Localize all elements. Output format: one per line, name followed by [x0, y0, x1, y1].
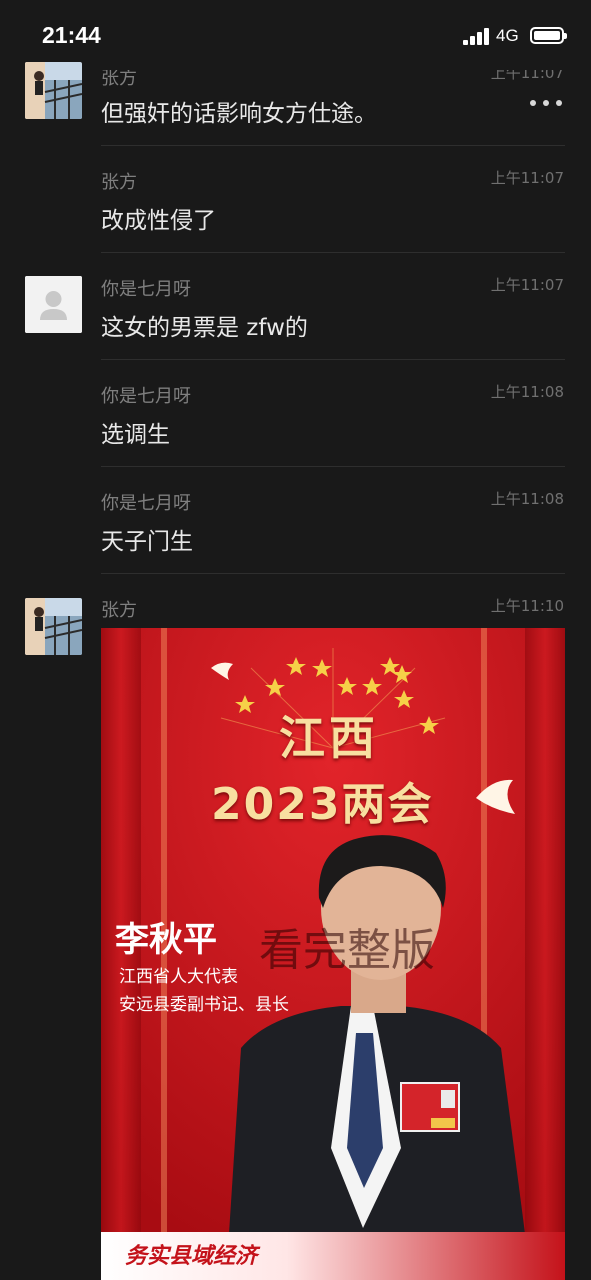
poster-title: 江西 [279, 711, 379, 765]
poster-subtitle: 2023两会 [211, 779, 434, 830]
poster-bottom-banner: 务实县域经济 [101, 1232, 565, 1280]
message-text[interactable]: 但强奸的话影响女方仕途。 [101, 94, 377, 128]
sender-name: 你是七月呀 [101, 493, 191, 514]
status-time: 21:44 [42, 22, 101, 48]
message-text[interactable]: 这女的男票是 zfw的 [101, 308, 308, 342]
signal-icon [463, 28, 491, 45]
avatar-default[interactable] [25, 276, 82, 333]
sender-name: 你是七月呀 [101, 386, 191, 407]
status-bar: 21:44 4G [0, 0, 591, 72]
message-time: 上午11:07 [490, 169, 564, 187]
sender-name: 张方 [101, 172, 137, 193]
divider [101, 252, 565, 253]
message-text[interactable]: 选调生 [101, 415, 170, 449]
more-options-icon[interactable] [530, 100, 562, 108]
message-image[interactable]: 江西 2023两会 李秋平 江西省人大代表 安远县委副书记、县长 看完整版 务实… [101, 628, 565, 1280]
message-time: 上午11:07 [490, 276, 564, 294]
avatar[interactable] [25, 62, 82, 119]
divider [101, 359, 565, 360]
message-time: 上午11:10 [490, 597, 564, 615]
avatar[interactable] [25, 598, 82, 655]
person-name: 李秋平 [115, 920, 217, 960]
message-time: 上午11:08 [490, 490, 564, 508]
person-role-1: 江西省人大代表 [119, 967, 238, 987]
message-text[interactable]: 天子门生 [101, 522, 193, 556]
sender-name: 张方 [101, 600, 137, 621]
divider [101, 145, 565, 146]
network-type: 4G [496, 26, 519, 45]
sender-name: 你是七月呀 [101, 279, 191, 300]
battery-icon [530, 27, 567, 44]
message-time: 上午11:08 [490, 383, 564, 401]
person-role-2: 安远县委副书记、县长 [119, 995, 289, 1015]
divider [101, 466, 565, 467]
message-text[interactable]: 改成性侵了 [101, 201, 216, 235]
watermark-text: 看完整版 [259, 925, 435, 976]
divider [101, 573, 565, 574]
banner-text: 务实县域经济 [125, 1244, 258, 1269]
